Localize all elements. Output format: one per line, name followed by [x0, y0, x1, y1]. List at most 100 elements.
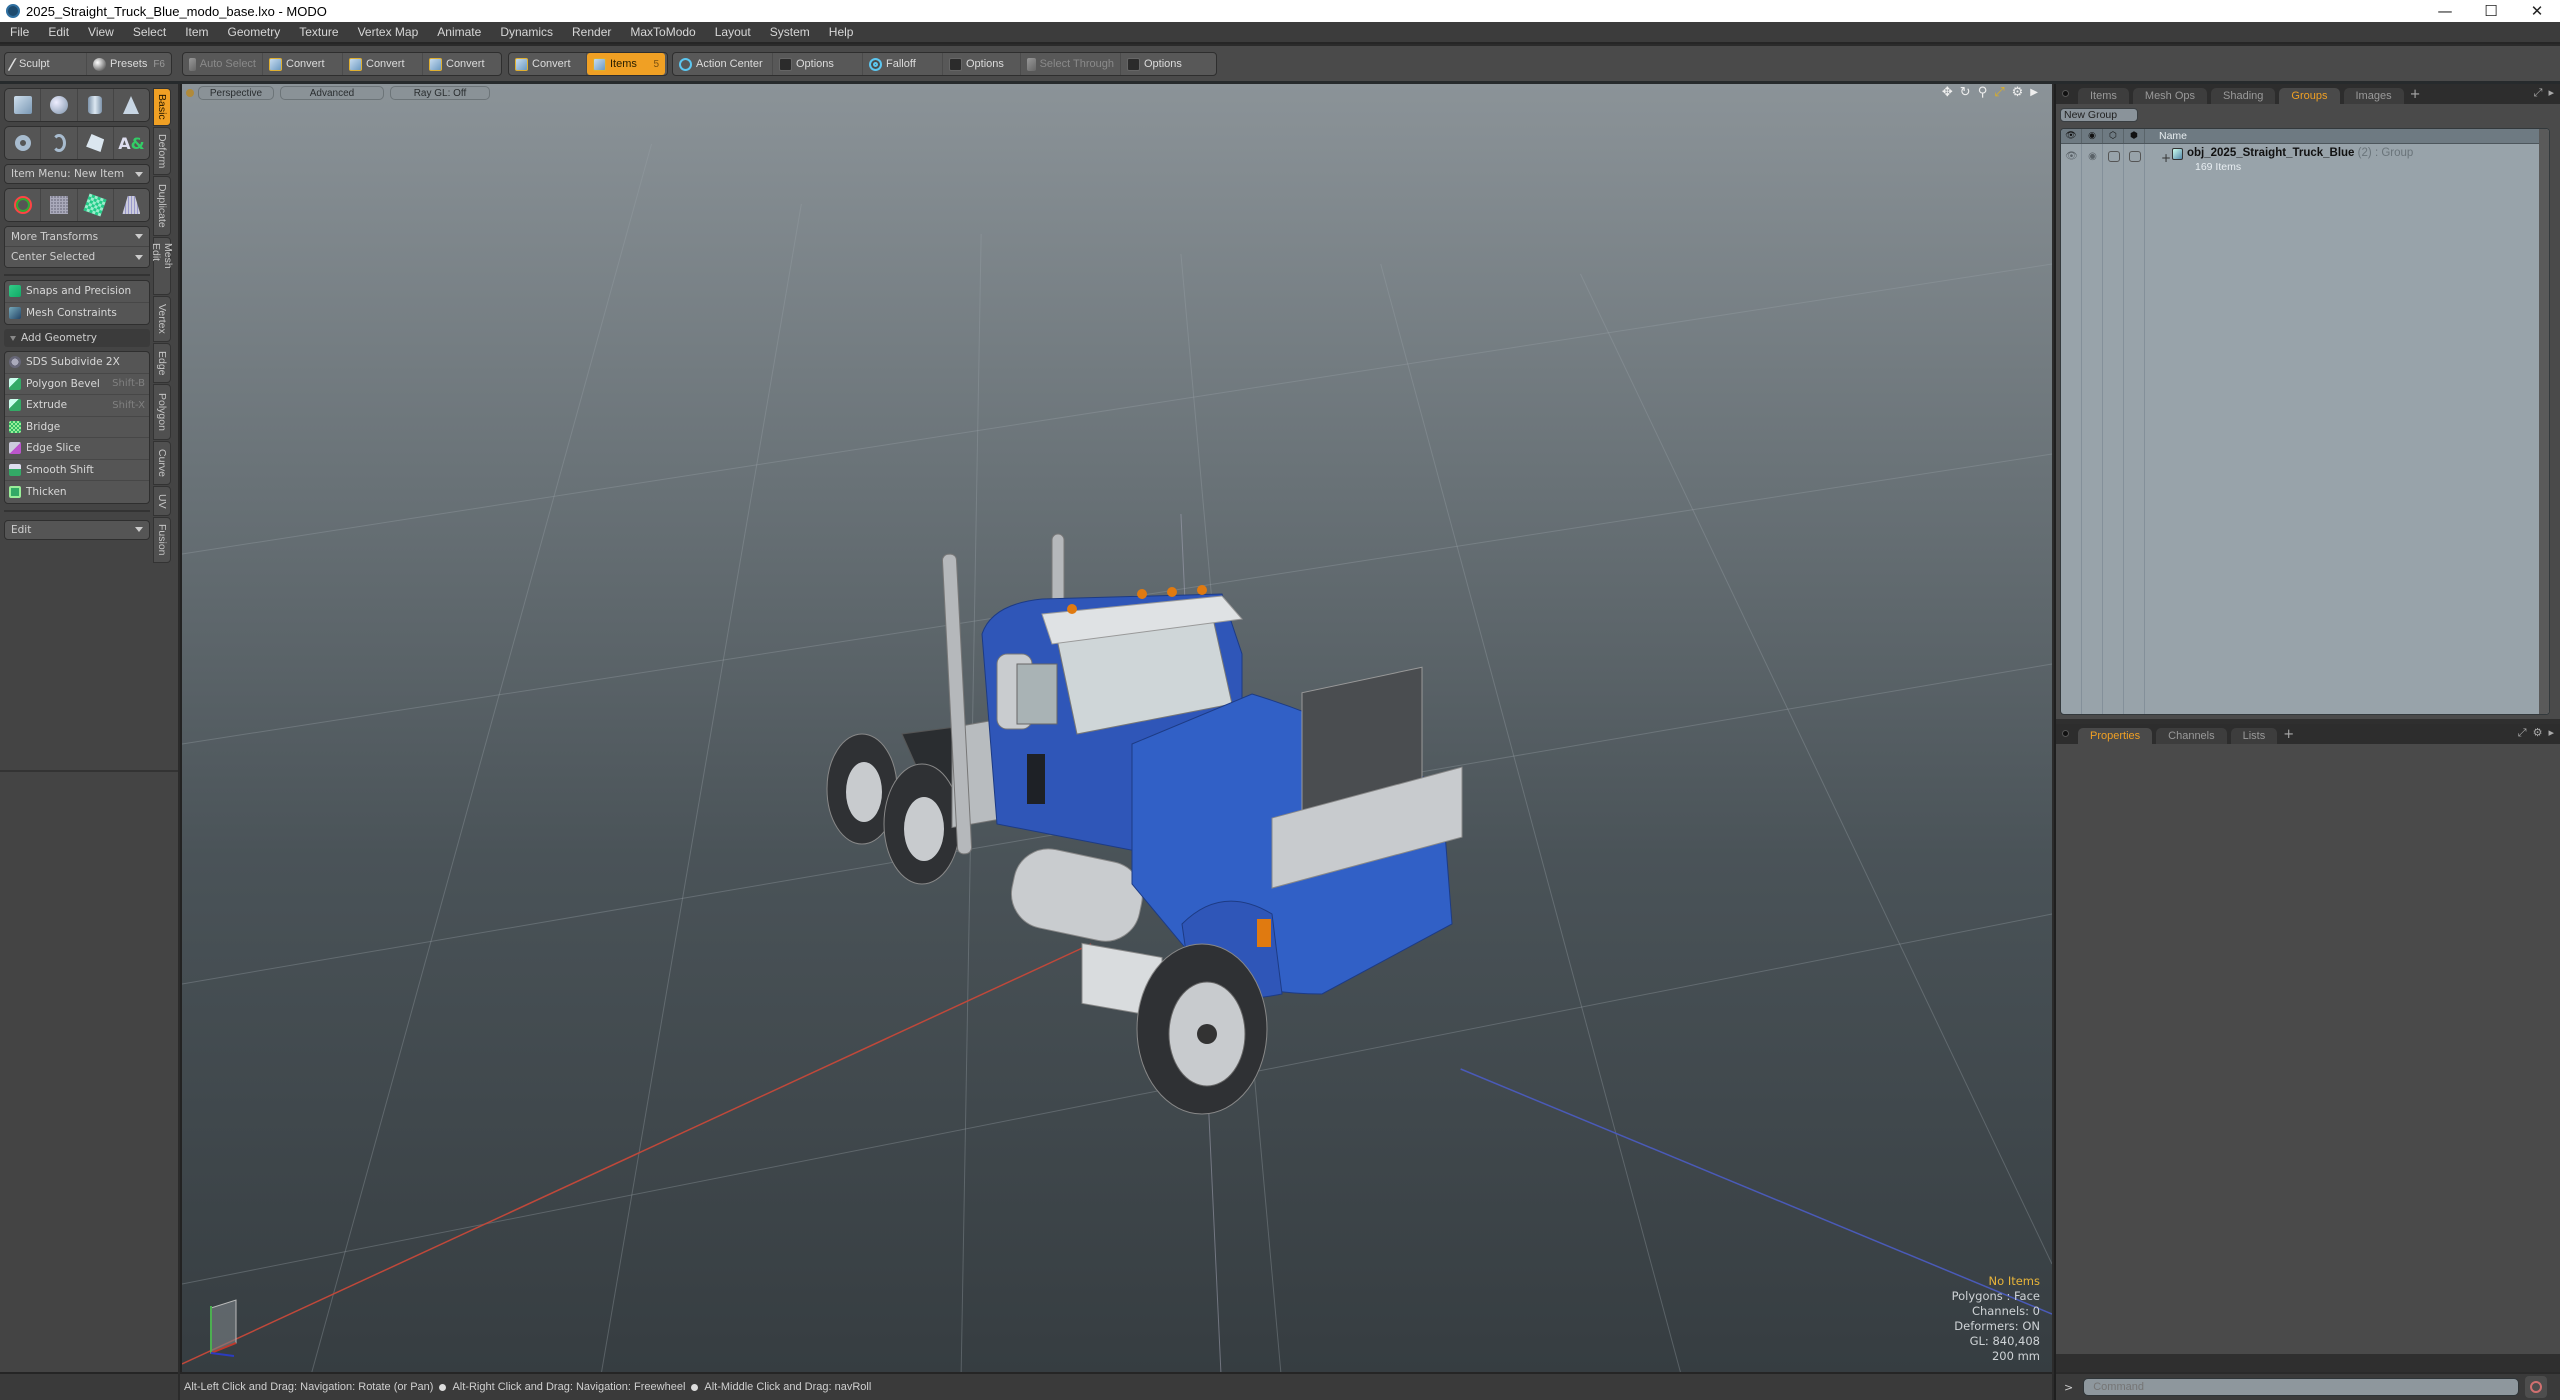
visibility-eye-icon[interactable]: 👁 [2061, 151, 2082, 162]
torus-tool[interactable] [5, 127, 42, 159]
raygl-button[interactable]: Ray GL: Off [390, 86, 490, 100]
extrude-button[interactable]: Extrude Shift-X [5, 395, 149, 417]
snaps-precision-button[interactable]: Snaps and Precision [5, 281, 149, 303]
close-button[interactable]: ✕ [2514, 0, 2560, 22]
menu-layout[interactable]: Layout [705, 25, 760, 39]
menu-view[interactable]: View [78, 25, 123, 39]
mesh-constraints-button[interactable]: Mesh Constraints [5, 303, 149, 325]
select-column-icon[interactable]: ⬢ [2124, 129, 2145, 143]
tab-duplicate[interactable]: Duplicate [153, 176, 171, 236]
tab-deform[interactable]: Deform [153, 127, 171, 175]
view-mode-button[interactable]: Perspective [198, 86, 274, 100]
add-geometry-header[interactable]: Add Geometry [4, 329, 150, 347]
tab-lists[interactable]: Lists [2230, 728, 2278, 744]
select-through-button[interactable]: Select Through [1021, 53, 1121, 75]
maximize-panel-icon[interactable]: ⤢ [2534, 86, 2543, 100]
tab-items[interactable]: Items [2078, 88, 2129, 104]
gear-icon[interactable]: ⚙ [2012, 86, 2024, 100]
menu-help[interactable]: Help [819, 25, 863, 39]
lock-toggle[interactable] [2103, 151, 2124, 162]
cylinder-tool[interactable] [78, 89, 114, 121]
presets-button[interactable]: Presets F6 [87, 53, 171, 75]
table-row[interactable]: 👁 ◉ + obj_2025_Straight_Truck_Blue (2) :… [2061, 145, 2549, 175]
lock-column-icon[interactable]: ⬡ [2103, 129, 2124, 143]
maximize-viewport-icon[interactable]: ⤢ [1994, 86, 2004, 100]
items-mode-button[interactable]: Items 5 [587, 53, 665, 75]
viewport-options-dot[interactable] [186, 89, 194, 97]
sds-subdivide-button[interactable]: SDS Subdivide 2X [5, 352, 149, 374]
tab-vertex[interactable]: Vertex [153, 296, 171, 342]
sphere-tool[interactable] [41, 89, 78, 121]
tab-mesh-ops[interactable]: Mesh Ops [2132, 88, 2208, 104]
menu-geometry[interactable]: Geometry [218, 25, 290, 39]
menu-vertex-map[interactable]: Vertex Map [348, 25, 428, 39]
add-tab-icon[interactable]: + [2410, 87, 2421, 102]
menu-select[interactable]: Select [123, 25, 175, 39]
convert-polygons-button[interactable]: Convert [423, 53, 501, 75]
tab-edge[interactable]: Edge [153, 343, 171, 383]
zoom-icon[interactable]: ⚲ [1978, 86, 1988, 100]
tab-curve[interactable]: Curve [153, 441, 171, 485]
taper-tool[interactable] [114, 189, 149, 221]
thicken-button[interactable]: Thicken [5, 481, 149, 503]
tab-channels[interactable]: Channels [2156, 728, 2227, 744]
falloff-button[interactable]: Falloff [863, 53, 943, 75]
select-toggle[interactable] [2124, 151, 2145, 162]
name-column-header[interactable]: Name [2145, 130, 2187, 142]
expand-plus-icon[interactable]: + [2161, 151, 2171, 165]
convert-materials-button[interactable]: Convert [509, 53, 587, 75]
menu-file[interactable]: File [0, 25, 38, 39]
3d-viewport[interactable]: Perspective Advanced Ray GL: Off ✥ ↻ ⚲ ⤢… [180, 84, 2052, 1372]
transform-tool[interactable] [5, 189, 42, 221]
truck-model[interactable] [802, 524, 1622, 1224]
tab-fusion[interactable]: Fusion [153, 517, 171, 563]
convert-vertices-button[interactable]: Convert [263, 53, 343, 75]
polygon-bevel-button[interactable]: Polygon Bevel Shift-B [5, 374, 149, 395]
auto-select-button[interactable]: Auto Select [183, 53, 263, 75]
command-input[interactable] [2083, 1378, 2520, 1396]
groups-scrollbar[interactable] [2539, 129, 2549, 714]
render-column-icon[interactable]: ◉ [2082, 129, 2103, 143]
smooth-shift-button[interactable]: Smooth Shift [5, 460, 149, 481]
menu-render[interactable]: Render [562, 25, 620, 39]
tab-groups[interactable]: Groups [2279, 88, 2340, 104]
text-tool[interactable]: A& [114, 127, 149, 159]
rotate-icon[interactable]: ↻ [1960, 86, 1971, 100]
tab-shading[interactable]: Shading [2211, 88, 2276, 104]
tab-mesh-edit[interactable]: Mesh Edit [150, 237, 174, 295]
edge-slice-button[interactable]: Edge Slice [5, 438, 149, 460]
cone-tool[interactable] [114, 89, 149, 121]
tab-polygon[interactable]: Polygon [153, 384, 171, 440]
tab-images[interactable]: Images [2343, 88, 2404, 104]
new-group-button[interactable]: New Group [2060, 108, 2138, 122]
action-center-button[interactable]: Action Center [673, 53, 773, 75]
sculpt-button[interactable]: Sculpt [5, 53, 88, 75]
shading-mode-button[interactable]: Advanced [280, 86, 384, 100]
more-transforms-dropdown[interactable]: More Transforms [5, 227, 149, 247]
panel-options-dot[interactable] [2062, 90, 2069, 97]
gear-icon[interactable]: ⚙ [2533, 726, 2543, 740]
command-history-button[interactable] [2525, 1376, 2548, 1398]
pan-icon[interactable]: ✥ [1942, 86, 1953, 100]
pen-tool[interactable] [78, 127, 114, 159]
action-center-options-button[interactable]: Options [773, 53, 863, 75]
falloff-options-button[interactable]: Options [943, 53, 1021, 75]
tab-basic[interactable]: Basic [153, 88, 171, 126]
tab-properties[interactable]: Properties [2078, 728, 2153, 744]
expand-arrow-icon[interactable]: ▸ [2548, 86, 2554, 100]
expand-arrow-icon[interactable]: ▶ [2030, 86, 2038, 100]
bridge-button[interactable]: Bridge [5, 417, 149, 438]
menu-item[interactable]: Item [175, 25, 217, 39]
maximize-button[interactable]: ☐ [2468, 0, 2514, 22]
spiral-tool[interactable] [41, 127, 78, 159]
render-toggle-icon[interactable]: ◉ [2082, 151, 2103, 162]
visibility-column-icon[interactable]: 👁 [2061, 129, 2082, 143]
cube-tool[interactable] [5, 89, 42, 121]
menu-maxtomodo[interactable]: MaxToModo [620, 25, 704, 39]
minimize-button[interactable]: — [2422, 0, 2468, 22]
lattice-tool[interactable] [41, 189, 78, 221]
panel-options-dot[interactable] [2062, 730, 2069, 737]
menu-system[interactable]: System [760, 25, 819, 39]
item-menu-dropdown[interactable]: Item Menu: New Item [4, 164, 150, 184]
center-selected-dropdown[interactable]: Center Selected [5, 247, 149, 267]
